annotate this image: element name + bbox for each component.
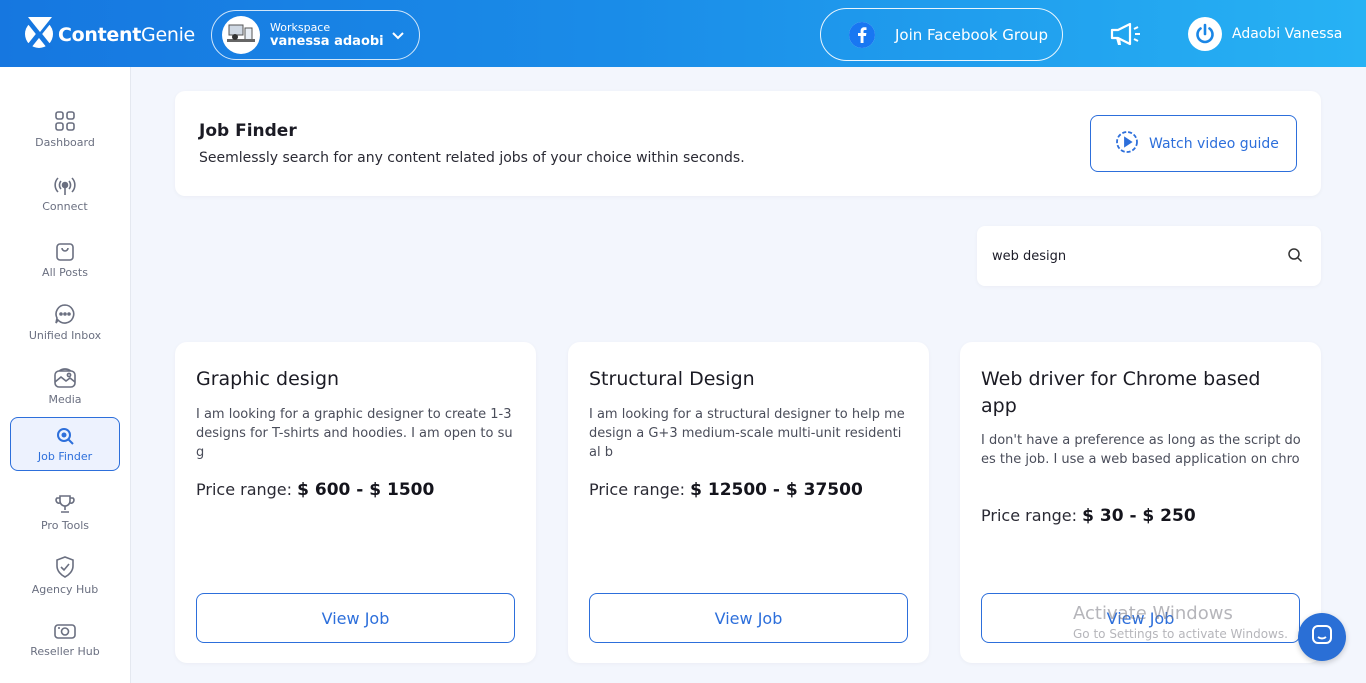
user-menu[interactable]: Adaobi Vanessa (1188, 17, 1342, 51)
shield-check-icon (54, 555, 76, 579)
sidebar-item-label: All Posts (42, 265, 88, 279)
chat-icon (1310, 623, 1334, 651)
job-title: Structural Design (589, 368, 755, 390)
sidebar-item-unified-inbox[interactable]: Unified Inbox (10, 295, 120, 349)
job-title: Graphic design (196, 368, 340, 390)
job-card: Graphic design I am looking for a graphi… (175, 342, 536, 663)
job-price: Price range: $ 30 - $ 250 (981, 506, 1196, 526)
trophy-icon (54, 493, 76, 515)
sidebar: Dashboard Connect All Posts Unified Inbo… (0, 67, 131, 683)
job-description: I am looking for a structural designer t… (589, 407, 905, 460)
job-price-value: $ 12500 - $ 37500 (690, 480, 863, 500)
sidebar-item-agency-hub[interactable]: Agency Hub (10, 548, 120, 602)
user-name: Adaobi Vanessa (1232, 26, 1343, 42)
megaphone-icon[interactable] (1108, 20, 1142, 52)
view-job-button[interactable]: View Job (981, 593, 1300, 643)
power-icon (1188, 17, 1222, 51)
job-card: Web driver for Chrome based app I don't … (960, 342, 1321, 663)
job-finder-banner: Job Finder Seemlessly search for any con… (175, 91, 1321, 196)
watch-video-guide-label: Watch video guide (1149, 135, 1279, 152)
workspace-name: vanessa adaobi (270, 33, 384, 49)
grid-icon (54, 110, 76, 132)
top-header: ContentGenie Workspace vanessa adaobi Jo… (0, 0, 1366, 67)
job-price: Price range: $ 12500 - $ 37500 (589, 480, 863, 500)
chevron-down-icon (391, 27, 405, 46)
page-subtitle: Seemlessly search for any content relate… (199, 150, 745, 166)
sidebar-item-label: Unified Inbox (28, 328, 102, 342)
join-facebook-group-button[interactable]: Join Facebook Group (820, 8, 1063, 61)
play-circle-icon (1115, 130, 1139, 158)
sidebar-item-dashboard[interactable]: Dashboard (10, 102, 120, 156)
logo-mark-icon (24, 15, 54, 55)
sidebar-item-connect[interactable]: Connect (10, 167, 120, 221)
job-description: I don't have a preference as long as the… (981, 433, 1301, 467)
brand-logo[interactable]: ContentGenie (24, 15, 195, 55)
live-chat-button[interactable] (1298, 613, 1346, 661)
sidebar-item-pro-tools[interactable]: Pro Tools (10, 485, 120, 539)
view-job-button[interactable]: View Job (589, 593, 908, 643)
watch-video-guide-button[interactable]: Watch video guide (1090, 115, 1297, 172)
sidebar-item-reseller-hub[interactable]: Reseller Hub (10, 612, 120, 666)
view-job-button[interactable]: View Job (196, 593, 515, 643)
job-title: Web driver for Chrome based app (981, 368, 1261, 417)
facebook-icon (849, 21, 875, 48)
facebook-button-label: Join Facebook Group (895, 25, 1048, 44)
brand-name: ContentGenie (58, 24, 195, 46)
job-search-box (977, 226, 1321, 286)
bag-icon (54, 240, 76, 262)
camera-icon (53, 621, 77, 641)
sidebar-item-label: Dashboard (35, 135, 95, 149)
chat-bubble-icon (54, 303, 76, 325)
job-price-value: $ 30 - $ 250 (1082, 506, 1196, 526)
sidebar-item-label: Job Finder (37, 449, 93, 463)
search-icon[interactable] (1287, 247, 1303, 267)
sidebar-item-label: Media (48, 392, 82, 406)
job-price: Price range: $ 600 - $ 1500 (196, 480, 435, 500)
search-input[interactable] (992, 244, 1272, 268)
broadcast-icon (53, 176, 77, 196)
sidebar-item-label: Reseller Hub (30, 644, 100, 658)
job-card: Structural Design I am looking for a str… (568, 342, 929, 663)
page-title: Job Finder (199, 121, 297, 141)
job-price-value: $ 600 - $ 1500 (297, 480, 435, 500)
sidebar-item-label: Pro Tools (40, 518, 90, 532)
image-icon (53, 367, 77, 389)
workspace-selector[interactable]: Workspace vanessa adaobi (211, 10, 420, 60)
search-icon (55, 426, 75, 446)
sidebar-item-job-finder[interactable]: Job Finder (10, 417, 120, 471)
sidebar-item-label: Connect (42, 199, 88, 213)
workspace-avatar (222, 16, 260, 54)
sidebar-item-media[interactable]: Media (10, 359, 120, 413)
sidebar-item-label: Agency Hub (31, 582, 99, 596)
sidebar-item-all-posts[interactable]: All Posts (10, 232, 120, 286)
job-description: I am looking for a graphic designer to c… (196, 407, 513, 460)
workspace-label: Workspace (270, 20, 331, 34)
